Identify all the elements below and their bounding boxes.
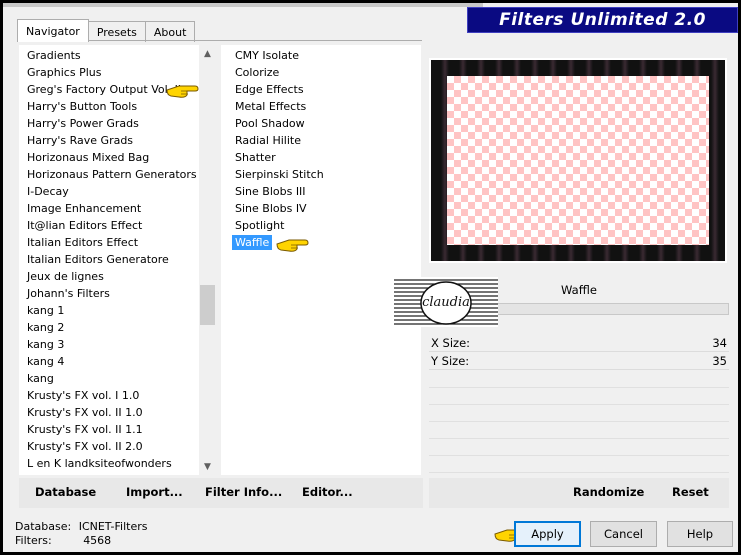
apply-button[interactable]: Apply: [514, 521, 581, 547]
help-button[interactable]: Help: [667, 521, 733, 547]
empty-slot: [429, 421, 729, 422]
category-item[interactable]: Krusty's FX vol. I 1.0: [19, 387, 215, 404]
category-item[interactable]: Jeux de lignes: [19, 268, 215, 285]
filters-unlimited-window: Filters Unlimited 2.0 Navigator Presets …: [3, 3, 738, 552]
filter-item-label: Edge Effects: [235, 83, 304, 96]
tab-bar: Navigator Presets About: [17, 19, 196, 42]
title-strip: [3, 3, 483, 7]
category-item[interactable]: kang 4: [19, 353, 215, 370]
category-item[interactable]: Krusty's FX vol. II 1.1: [19, 421, 215, 438]
filter-item[interactable]: Radial Hilite: [221, 132, 421, 149]
category-item[interactable]: Harry's Rave Grads: [19, 132, 215, 149]
filter-item-label: Sine Blobs III: [235, 185, 306, 198]
tab-about[interactable]: About: [144, 21, 196, 42]
param-button-row: Randomize Reset: [429, 478, 729, 508]
filter-item-label: Radial Hilite: [235, 134, 301, 147]
category-item[interactable]: It@lian Editors Effect: [19, 217, 215, 234]
category-item[interactable]: Italian Editors Generatore: [19, 251, 215, 268]
category-item[interactable]: Italian Editors Effect: [19, 234, 215, 251]
filter-item[interactable]: Pool Shadow: [221, 115, 421, 132]
filter-item-label: Sine Blobs IV: [235, 202, 307, 215]
status-database-label: Database:: [15, 520, 72, 533]
preview-image: [447, 76, 709, 245]
category-item[interactable]: Harry's Power Grads: [19, 115, 215, 132]
status-filters-value: 4568: [83, 534, 112, 547]
reset-button[interactable]: Reset: [672, 485, 709, 499]
filter-item[interactable]: Sine Blobs IV: [221, 200, 421, 217]
list-button-row: Database Import... Filter Info... Editor…: [19, 478, 423, 508]
filter-item[interactable]: Edge Effects: [221, 81, 421, 98]
category-item[interactable]: kang 1: [19, 302, 215, 319]
y-size-row[interactable]: Y Size: 35: [429, 352, 729, 370]
category-scrollbar[interactable]: ▲ ▼: [199, 45, 216, 475]
category-item[interactable]: Horizonaus Pattern Generators: [19, 166, 215, 183]
filter-info-button[interactable]: Filter Info...: [205, 485, 282, 499]
tab-presets[interactable]: Presets: [87, 21, 146, 42]
x-size-row[interactable]: X Size: 34: [429, 334, 729, 352]
y-size-value: 35: [712, 354, 727, 368]
empty-slot: [429, 438, 729, 439]
category-item[interactable]: Krusty's FX vol. II 1.0: [19, 404, 215, 421]
import-button[interactable]: Import...: [126, 485, 183, 499]
filter-item[interactable]: Spotlight: [221, 217, 421, 234]
cancel-button[interactable]: Cancel: [590, 521, 657, 547]
empty-slot: [429, 455, 729, 456]
tab-navigator[interactable]: Navigator: [17, 19, 89, 42]
filter-item-label: Spotlight: [235, 219, 285, 232]
category-item[interactable]: kang: [19, 370, 215, 387]
filter-item[interactable]: Sine Blobs III: [221, 183, 421, 200]
scroll-thumb[interactable]: [200, 285, 215, 325]
category-item[interactable]: Harry's Button Tools: [19, 98, 215, 115]
logo-text: claudia: [422, 295, 470, 310]
filter-item-label: Sierpinski Stitch: [235, 168, 324, 181]
filter-item-label: Shatter: [235, 151, 276, 164]
filter-item-label: Metal Effects: [235, 100, 307, 113]
status-filters-label: Filters:: [15, 534, 52, 547]
database-button[interactable]: Database: [35, 485, 96, 499]
category-item[interactable]: Image Enhancement: [19, 200, 215, 217]
filter-item[interactable]: Shatter: [221, 149, 421, 166]
category-item[interactable]: L en K landksiteofwonders: [19, 455, 215, 472]
watermark-logo: claudia: [394, 277, 498, 327]
scroll-down-icon[interactable]: ▼: [199, 458, 216, 475]
editor-button[interactable]: Editor...: [302, 485, 353, 499]
filter-item[interactable]: Colorize: [221, 64, 421, 81]
category-item[interactable]: I-Decay: [19, 183, 215, 200]
filter-item-label: Colorize: [235, 66, 280, 79]
filter-item[interactable]: Sierpinski Stitch: [221, 166, 421, 183]
scroll-up-icon[interactable]: ▲: [199, 45, 216, 62]
randomize-button[interactable]: Randomize: [573, 485, 644, 499]
filter-item-label: Pool Shadow: [235, 117, 305, 130]
filter-item[interactable]: CMY Isolate: [221, 47, 421, 64]
pointing-hand-icon: [276, 239, 309, 252]
preview-area: [429, 58, 727, 263]
filter-item-label: Waffle: [232, 235, 273, 250]
status-database: Database: ICNET-Filters: [15, 520, 147, 533]
pointing-hand-icon: [166, 85, 199, 98]
y-size-label: Y Size:: [431, 354, 470, 368]
category-item[interactable]: Krusty's FX vol. II 2.0: [19, 438, 215, 455]
category-item[interactable]: kang 2: [19, 319, 215, 336]
empty-slot: [429, 404, 729, 405]
filter-item[interactable]: Metal Effects: [221, 98, 421, 115]
filter-item-label: CMY Isolate: [235, 49, 299, 62]
app-banner: Filters Unlimited 2.0: [467, 7, 738, 33]
category-list[interactable]: Gradients Graphics Plus Greg's Factory Out…: [19, 45, 215, 475]
status-filters: Filters: 4568: [15, 534, 111, 547]
x-size-label: X Size:: [431, 336, 471, 350]
category-item[interactable]: kang 3: [19, 336, 215, 353]
category-item[interactable]: Johann's Filters: [19, 285, 215, 302]
status-database-value: ICNET-Filters: [78, 520, 148, 533]
filter-list[interactable]: CMY Isolate Colorize Edge Effects Metal Eff…: [221, 45, 421, 475]
empty-slot: [429, 472, 729, 473]
category-item[interactable]: Horizonaus Mixed Bag: [19, 149, 215, 166]
category-item[interactable]: Graphics Plus: [19, 64, 215, 81]
x-size-value: 34: [712, 336, 727, 350]
empty-slot: [429, 387, 729, 388]
preview-frame: [431, 60, 725, 261]
filter-item[interactable]: Waffle: [221, 234, 421, 251]
category-item[interactable]: Gradients: [19, 47, 215, 64]
